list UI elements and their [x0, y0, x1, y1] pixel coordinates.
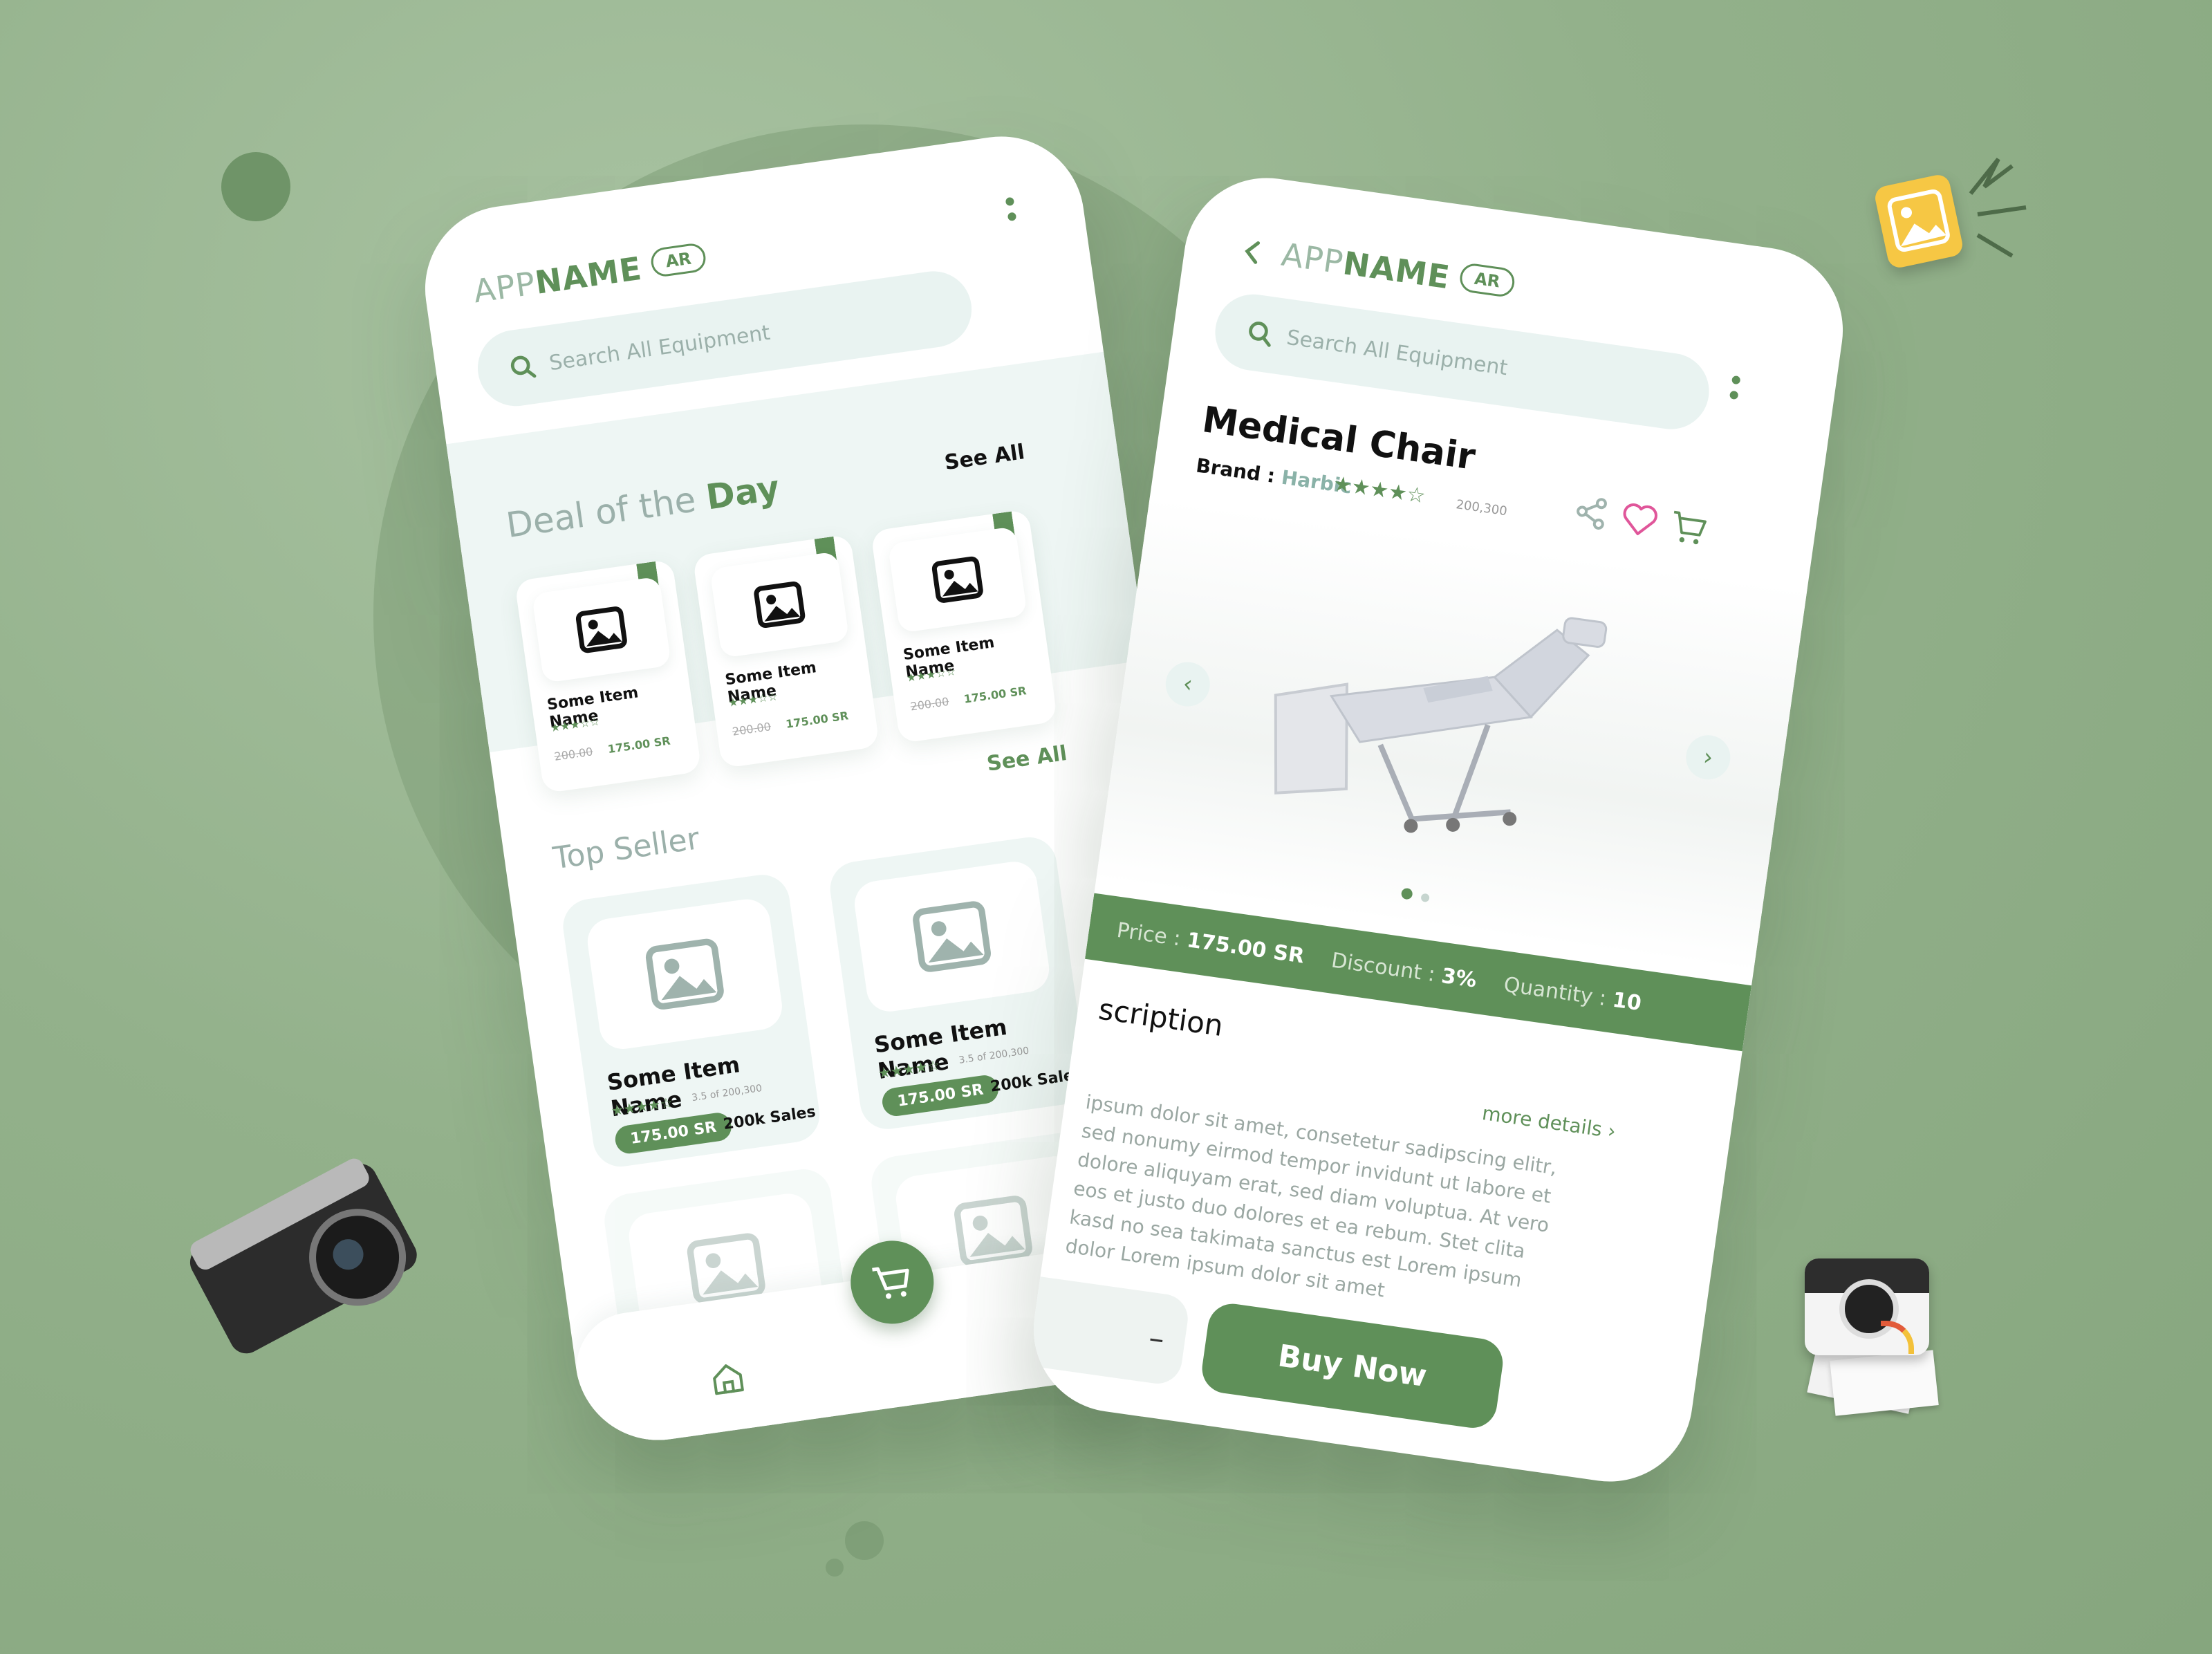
- cart-icon: [872, 1267, 909, 1299]
- image-placeholder-icon: [575, 606, 627, 653]
- sparkle-lines-icon: [1969, 158, 2027, 258]
- search-icon: [510, 355, 537, 378]
- deal-item-old-price: 200.00: [553, 745, 594, 763]
- language-toggle[interactable]: AR: [1458, 261, 1516, 299]
- language-toggle[interactable]: AR: [649, 241, 708, 279]
- quantity-value: 10: [1610, 987, 1644, 1016]
- image-prev-button[interactable]: ‹: [1162, 659, 1213, 709]
- discount-label: Discount :: [1330, 948, 1444, 988]
- deal-card[interactable]: Some Item Name ★★★☆☆ 200.00 175.00 SR: [514, 559, 702, 794]
- deal-item-new-price: 175.00 SR: [606, 734, 671, 756]
- product-image-area: ‹ ›: [1096, 496, 1807, 972]
- search-icon: [1249, 322, 1271, 347]
- camera-decoration: [171, 1127, 452, 1390]
- home-icon[interactable]: [708, 1359, 747, 1398]
- search-placeholder: Search All Equipment: [1285, 325, 1509, 380]
- deal-card[interactable]: Some Item Name ★★★☆☆ 200.00 175.00 SR: [692, 534, 880, 769]
- price-label: Price :: [1115, 918, 1189, 952]
- app-logo: APPNAME: [1279, 236, 1452, 297]
- app-logo-light: APP: [471, 264, 538, 310]
- more-details-label: more details: [1480, 1102, 1604, 1141]
- quantity-minus-button[interactable]: –: [1146, 1320, 1167, 1357]
- quantity-stepper[interactable]: –: [1023, 1272, 1191, 1387]
- medical-chair-image: [1274, 617, 1608, 833]
- image-placeholder-icon: [754, 582, 806, 629]
- image-placeholder-icon: [645, 938, 724, 1010]
- deal-thumb: [709, 551, 850, 658]
- cart-icon[interactable]: [1667, 508, 1711, 549]
- more-vertical-icon[interactable]: [1005, 196, 1018, 228]
- top-seller-thumb: [584, 896, 786, 1052]
- price-value: 175.00 SR: [1185, 927, 1306, 969]
- carousel-dot-active[interactable]: [1400, 887, 1413, 900]
- top-item-sales: 200k Sales: [722, 1103, 817, 1134]
- more-vertical-icon[interactable]: [1728, 375, 1741, 407]
- more-details-link[interactable]: more details ›: [1480, 1102, 1617, 1143]
- image-placeholder-icon: [931, 556, 983, 603]
- quantity-label: Quantity :: [1502, 972, 1615, 1012]
- brand-label: Brand :: [1194, 454, 1283, 489]
- chevron-left-icon[interactable]: [1238, 236, 1267, 268]
- image-next-button[interactable]: ›: [1683, 732, 1734, 783]
- heart-icon[interactable]: [1619, 501, 1660, 539]
- app-logo-light: APP: [1279, 235, 1346, 281]
- description-title: scription: [1096, 992, 1225, 1043]
- instant-camera-decoration: [1798, 1245, 1964, 1416]
- app-logo-bold: NAME: [532, 249, 644, 301]
- image-carousel-dots: [1400, 887, 1431, 906]
- deal-card[interactable]: Some Item Name ★★★☆☆ 200.00 175.00 SR: [870, 509, 1058, 744]
- top-seller-title: Top Seller: [550, 821, 702, 877]
- discount-info: Discount : 3%: [1330, 948, 1478, 992]
- deal-thumb: [887, 526, 1028, 633]
- image-sticker-icon: [1872, 172, 1965, 270]
- background-dot-top-left: [221, 152, 290, 221]
- top-seller-thumb: [851, 858, 1052, 1015]
- price-info: Price : 175.00 SR: [1115, 918, 1306, 968]
- app-logo: APPNAME: [471, 250, 644, 310]
- product-brand: Brand : Harbic: [1195, 454, 1353, 498]
- product-reviews: 200,300: [1455, 497, 1508, 519]
- top-seller-card[interactable]: Some Item Name ★★★★☆ 3.5 of 200,300 175.…: [559, 871, 824, 1171]
- deal-thumb: [531, 576, 672, 684]
- background-dot-bottom-small: [826, 1559, 844, 1577]
- quantity-info: Quantity : 10: [1503, 972, 1643, 1016]
- carousel-dot[interactable]: [1420, 893, 1431, 903]
- discount-value: 3%: [1440, 963, 1478, 993]
- app-logo-bold: NAME: [1340, 244, 1453, 297]
- deal-item-old-price: 200.00: [731, 720, 772, 738]
- image-placeholder-icon: [913, 901, 991, 972]
- background-dot-bottom: [845, 1521, 884, 1560]
- deal-item-old-price: 200.00: [909, 694, 950, 714]
- product-stars: ★★★★☆: [1331, 472, 1427, 509]
- buy-now-button[interactable]: Buy Now: [1198, 1300, 1506, 1431]
- top-seller-card[interactable]: Some Item Name ★★★★☆ 3.5 of 200,300 175.…: [826, 833, 1090, 1133]
- share-icon[interactable]: [1572, 493, 1610, 532]
- top-seller-see-all-link[interactable]: See All: [985, 741, 1068, 777]
- search-placeholder: Search All Equipment: [548, 320, 772, 375]
- deal-item-new-price: 175.00 SR: [963, 684, 1028, 706]
- chevron-right-icon: ›: [1606, 1119, 1617, 1143]
- deal-item-new-price: 175.00 SR: [785, 709, 850, 731]
